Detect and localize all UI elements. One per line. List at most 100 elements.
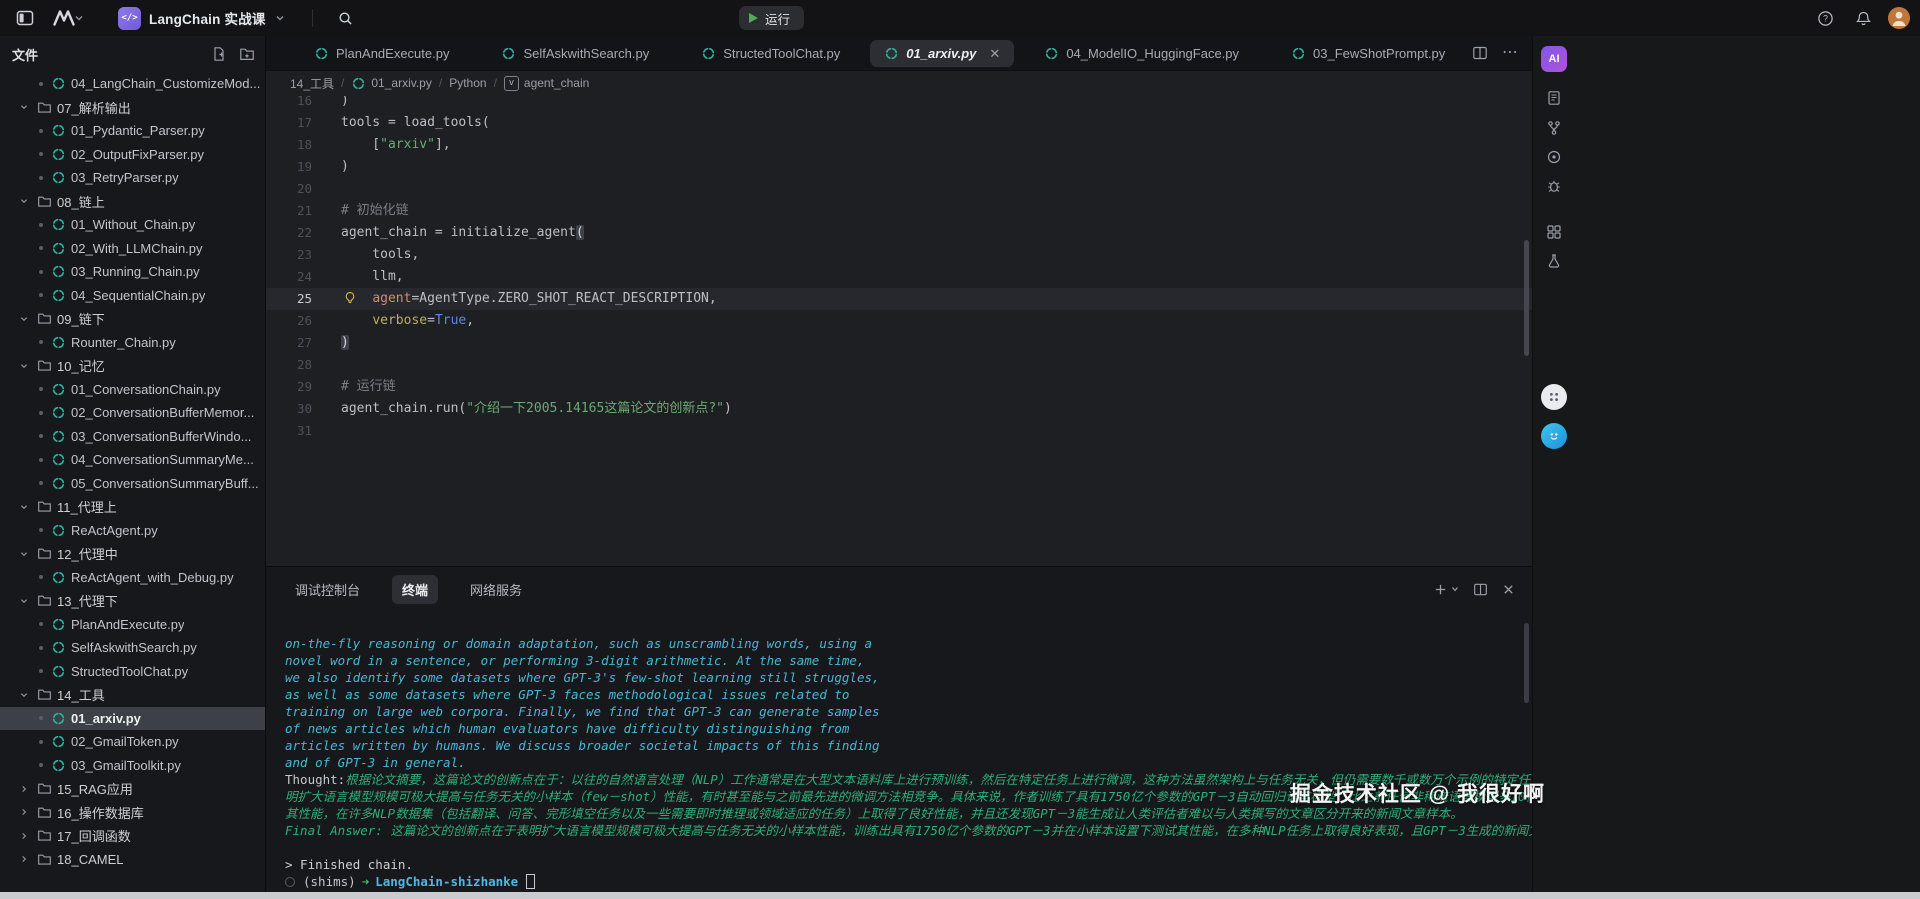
new-terminal-icon[interactable] [1433, 582, 1460, 597]
tree-item-02_ConversationBufferMemor...[interactable]: 02_ConversationBufferMemor... [0, 401, 265, 425]
chevron-down-icon[interactable] [14, 500, 34, 514]
line-number[interactable]: 31 [266, 420, 312, 442]
editor-tab-StructedToolChat.py[interactable]: StructedToolChat.py [675, 36, 866, 70]
new-folder-icon[interactable] [239, 46, 255, 62]
tree-item-15_RAG应用[interactable]: 15_RAG应用 [0, 777, 265, 801]
tree-item-16_操作数据库[interactable]: 16_操作数据库 [0, 801, 265, 825]
line-number[interactable]: 28 [266, 354, 312, 376]
line-number[interactable]: 29 [266, 376, 312, 398]
close-tab-icon[interactable]: ✕ [989, 47, 1000, 60]
tree-item-13_代理下[interactable]: 13_代理下 [0, 589, 265, 613]
ai-assistant-icon[interactable]: AI [1541, 46, 1567, 72]
tree-item-03_Running_Chain.py[interactable]: 03_Running_Chain.py [0, 260, 265, 284]
terminal-scrollbar[interactable] [1524, 623, 1529, 703]
tree-item-ReActAgent.py[interactable]: ReActAgent.py [0, 519, 265, 543]
tree-item-01_ConversationChain.py[interactable]: 01_ConversationChain.py [0, 378, 265, 402]
ai-chat-face-badge-icon[interactable] [1541, 423, 1567, 449]
tree-item-SelfAskwithSearch.py[interactable]: SelfAskwithSearch.py [0, 636, 265, 660]
editor-tab-01_arxiv.py[interactable]: 01_arxiv.py✕ [870, 40, 1014, 67]
tree-item-07_解析输出[interactable]: 07_解析输出 [0, 96, 265, 120]
flask-icon[interactable] [1546, 253, 1562, 269]
tree-item-17_回调函数[interactable]: 17_回调函数 [0, 824, 265, 848]
chevron-down-icon[interactable] [14, 594, 34, 608]
services-grid-icon[interactable] [1546, 224, 1562, 240]
search-icon[interactable] [333, 5, 359, 31]
project-selector[interactable]: </> LangChain 实战课 [112, 4, 292, 33]
user-avatar[interactable] [1888, 7, 1910, 29]
chevron-right-icon[interactable] [14, 829, 34, 843]
main-menu-logo-icon[interactable] [48, 5, 88, 31]
editor-tab-03_FewShotPrompt.py[interactable]: 03_FewShotPrompt.py [1265, 36, 1471, 70]
tree-item-StructedToolChat.py[interactable]: StructedToolChat.py [0, 660, 265, 684]
tool-window-layout-icon[interactable] [12, 5, 38, 31]
tree-item-01_arxiv.py[interactable]: 01_arxiv.py [0, 707, 265, 731]
line-number[interactable]: 20 [266, 178, 312, 200]
line-number[interactable]: 21 [266, 200, 312, 222]
line-number[interactable]: 27 [266, 332, 312, 354]
tree-item-08_链上[interactable]: 08_链上 [0, 190, 265, 214]
close-panel-icon[interactable] [1501, 582, 1516, 597]
tree-item-02_GmailToken.py[interactable]: 02_GmailToken.py [0, 730, 265, 754]
new-file-icon[interactable] [211, 46, 227, 62]
tree-item-10_记忆[interactable]: 10_记忆 [0, 354, 265, 378]
tree-item-09_链下[interactable]: 09_链下 [0, 307, 265, 331]
chevron-down-icon[interactable] [14, 100, 34, 114]
commit-target-icon[interactable] [1546, 149, 1562, 165]
line-number[interactable]: 17 [266, 112, 312, 134]
tree-item-14_工具[interactable]: 14_工具 [0, 683, 265, 707]
breadcrumb-item-agent_chain[interactable]: vagent_chain [504, 76, 589, 91]
tree-item-04_LangChain_CustomizeMod...[interactable]: 04_LangChain_CustomizeMod... [0, 72, 265, 96]
chevron-right-icon[interactable] [14, 852, 34, 866]
tree-item-01_Without_Chain.py[interactable]: 01_Without_Chain.py [0, 213, 265, 237]
code-editor[interactable]: 16)17tools = load_tools(18 ["arxiv"],19)… [266, 96, 1532, 566]
breadcrumb-item-Python[interactable]: Python [449, 76, 486, 90]
chevron-down-icon[interactable] [14, 688, 34, 702]
panel-tab-终端[interactable]: 终端 [392, 575, 438, 604]
tree-item-PlanAndExecute.py[interactable]: PlanAndExecute.py [0, 613, 265, 637]
line-number[interactable]: 16 [266, 96, 312, 112]
breadcrumb-item-14_工具[interactable]: 14_工具 [290, 75, 334, 92]
breadcrumb-item-01_arxiv.py[interactable]: 01_arxiv.py [351, 76, 431, 91]
line-number[interactable]: 25 [266, 288, 312, 310]
tree-item-ReActAgent_with_Debug.py[interactable]: ReActAgent_with_Debug.py [0, 566, 265, 590]
tree-item-02_OutputFixParser.py[interactable]: 02_OutputFixParser.py [0, 143, 265, 167]
line-number[interactable]: 23 [266, 244, 312, 266]
tree-item-02_With_LLMChain.py[interactable]: 02_With_LLMChain.py [0, 237, 265, 261]
editor-tab-04_ModelIO_HuggingFace.py[interactable]: 04_ModelIO_HuggingFace.py [1018, 36, 1265, 70]
help-icon[interactable]: ? [1812, 5, 1838, 31]
tree-item-03_ConversationBufferWindo...[interactable]: 03_ConversationBufferWindo... [0, 425, 265, 449]
split-editor-icon[interactable] [1472, 45, 1488, 61]
tree-item-Rounter_Chain.py[interactable]: Rounter_Chain.py [0, 331, 265, 355]
editor-scrollbar[interactable] [1524, 240, 1529, 356]
tree-item-11_代理上[interactable]: 11_代理上 [0, 495, 265, 519]
more-options-icon[interactable]: ⋯ [1502, 48, 1518, 58]
tree-item-12_代理中[interactable]: 12_代理中 [0, 542, 265, 566]
chevron-right-icon[interactable] [14, 782, 34, 796]
line-number[interactable]: 18 [266, 134, 312, 156]
line-number[interactable]: 22 [266, 222, 312, 244]
tree-item-03_RetryParser.py[interactable]: 03_RetryParser.py [0, 166, 265, 190]
line-number[interactable]: 19 [266, 156, 312, 178]
editor-tab-SelfAskwithSearch.py[interactable]: SelfAskwithSearch.py [475, 36, 675, 70]
tree-item-03_GmailToolkit.py[interactable]: 03_GmailToolkit.py [0, 754, 265, 778]
chevron-right-icon[interactable] [14, 805, 34, 819]
line-number[interactable]: 24 [266, 266, 312, 288]
tree-item-04_ConversationSummaryMe...[interactable]: 04_ConversationSummaryMe... [0, 448, 265, 472]
chevron-down-icon[interactable] [14, 312, 34, 326]
run-button[interactable]: 运行 [739, 6, 804, 30]
tree-item-01_Pydantic_Parser.py[interactable]: 01_Pydantic_Parser.py [0, 119, 265, 143]
bug-problems-icon[interactable] [1546, 178, 1562, 194]
chevron-down-icon[interactable] [14, 194, 34, 208]
panel-tab-网络服务[interactable]: 网络服务 [460, 575, 532, 604]
tree-item-04_SequentialChain.py[interactable]: 04_SequentialChain.py [0, 284, 265, 308]
notifications-bell-icon[interactable] [1850, 5, 1876, 31]
tree-item-05_ConversationSummaryBuff...[interactable]: 05_ConversationSummaryBuff... [0, 472, 265, 496]
git-branch-icon[interactable] [1546, 120, 1562, 136]
editor-tab-PlanAndExecute.py[interactable]: PlanAndExecute.py [288, 36, 475, 70]
line-number[interactable]: 30 [266, 398, 312, 420]
terminal-output[interactable]: on-the-fly reasoning or domain adaptatio… [266, 611, 1532, 893]
chevron-down-icon[interactable] [14, 359, 34, 373]
line-number[interactable]: 26 [266, 310, 312, 332]
tree-item-18_CAMEL[interactable]: 18_CAMEL [0, 848, 265, 872]
plugin-grid-badge-icon[interactable] [1541, 384, 1567, 410]
